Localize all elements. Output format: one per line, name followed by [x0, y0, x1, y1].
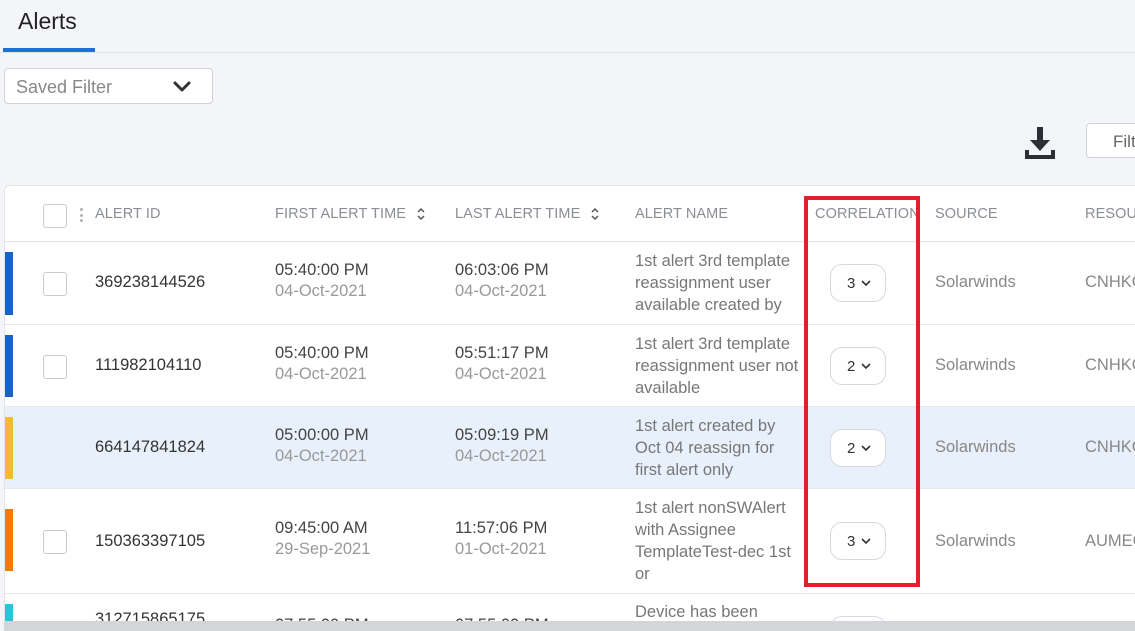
sort-icon[interactable] — [590, 206, 600, 222]
alert-name[interactable]: 1st alert created by Oct 04 reassign for… — [635, 415, 805, 481]
alert-name[interactable]: Device has been — [635, 601, 805, 623]
tab-label: Alerts — [18, 8, 77, 34]
correlation-count: 3 — [847, 275, 856, 292]
col-last-alert-time[interactable]: LAST ALERT TIME — [455, 206, 580, 222]
col-correlation[interactable]: CORRELATION — [815, 206, 920, 222]
row-checkbox[interactable] — [43, 530, 67, 554]
sort-icon[interactable] — [416, 206, 426, 222]
chevron-down-icon — [861, 280, 871, 287]
chevron-down-icon — [173, 81, 191, 92]
row-checkbox[interactable] — [43, 437, 67, 461]
severity-indicator — [5, 509, 13, 571]
last-alert-time: 05:51:17 PM 04-Oct-2021 — [455, 344, 549, 383]
table-header: ALERT ID FIRST ALERT TIME LAST ALERT TIM… — [5, 186, 1135, 242]
correlation-count: 3 — [847, 533, 856, 550]
correlation-dropdown[interactable]: 3 — [830, 522, 886, 560]
table-row[interactable]: 369238144526 05:40:00 PM 04-Oct-2021 06:0… — [5, 242, 1135, 325]
alerts-table: ALERT ID FIRST ALERT TIME LAST ALERT TIM… — [4, 185, 1135, 631]
source: Solarwinds — [935, 273, 1016, 291]
table-row[interactable]: 664147841824 05:00:00 PM 04-Oct-2021 05:0… — [5, 407, 1135, 489]
correlation-count: 2 — [847, 440, 856, 457]
alert-name[interactable]: 1st alert nonSWAlert with Assignee Templ… — [635, 497, 805, 585]
saved-filter-placeholder: Saved Filter — [16, 77, 113, 97]
severity-indicator — [5, 417, 13, 479]
horizontal-scrollbar[interactable] — [4, 621, 1135, 631]
col-alert-id[interactable]: ALERT ID — [95, 206, 161, 222]
correlation-count: 2 — [847, 358, 856, 375]
resource: CNHKG — [1085, 273, 1135, 291]
col-first-alert-time[interactable]: FIRST ALERT TIME — [275, 206, 406, 222]
filter-button-label: Filt — [1113, 132, 1135, 151]
column-menu-icon[interactable] — [80, 208, 84, 224]
saved-filter-dropdown[interactable]: Saved Filter — [4, 68, 213, 104]
table-row[interactable]: 150363397105 09:45:00 AM 29-Sep-2021 11:5… — [5, 489, 1135, 594]
row-checkbox[interactable] — [43, 272, 67, 296]
download-button[interactable] — [1021, 124, 1059, 162]
first-alert-time: 09:45:00 AM 29-Sep-2021 — [275, 519, 371, 558]
resource: CNHKG — [1085, 356, 1135, 374]
col-resource[interactable]: RESOU — [1085, 206, 1135, 222]
alert-id[interactable]: 369238144526 — [95, 273, 205, 292]
last-alert-time: 11:57:06 PM 01-Oct-2021 — [455, 519, 548, 558]
chevron-down-icon — [861, 445, 871, 452]
correlation-dropdown[interactable]: 2 — [830, 347, 886, 385]
alert-id[interactable]: 111982104110 — [95, 356, 201, 375]
row-checkbox[interactable] — [43, 355, 67, 379]
resource: AUMEC — [1085, 532, 1135, 550]
severity-indicator — [5, 252, 13, 315]
col-alert-name[interactable]: ALERT NAME — [635, 206, 728, 222]
source: Solarwinds — [935, 532, 1016, 550]
correlation-dropdown[interactable]: 2 — [830, 429, 886, 467]
tab-alerts[interactable]: Alerts — [3, 0, 95, 52]
select-all-checkbox[interactable] — [43, 204, 67, 228]
tab-bar: Alerts — [0, 0, 1135, 53]
first-alert-time: 05:40:00 PM 04-Oct-2021 — [275, 261, 369, 300]
severity-indicator — [5, 335, 13, 397]
alert-name[interactable]: 1st alert 3rd template reassignment user… — [635, 333, 805, 399]
chevron-down-icon — [861, 363, 871, 370]
col-source[interactable]: SOURCE — [935, 206, 998, 222]
resource: CNHKG — [1085, 438, 1135, 456]
first-alert-time: 05:00:00 PM 04-Oct-2021 — [275, 426, 369, 465]
table-row[interactable]: 111982104110 05:40:00 PM 04-Oct-2021 05:5… — [5, 325, 1135, 407]
filter-button[interactable]: Filt — [1086, 123, 1135, 158]
source: Solarwinds — [935, 438, 1016, 456]
correlation-dropdown[interactable]: 3 — [830, 264, 886, 302]
last-alert-time: 06:03:06 PM 04-Oct-2021 — [455, 261, 549, 300]
alert-name[interactable]: 1st alert 3rd template reassignment user… — [635, 250, 805, 316]
last-alert-time: 05:09:19 PM 04-Oct-2021 — [455, 426, 549, 465]
download-icon — [1025, 127, 1055, 159]
source: Solarwinds — [935, 356, 1016, 374]
alert-id[interactable]: 664147841824 — [95, 438, 205, 457]
alert-id[interactable]: 150363397105 — [95, 532, 205, 551]
chevron-down-icon — [861, 538, 871, 545]
first-alert-time: 05:40:00 PM 04-Oct-2021 — [275, 344, 369, 383]
